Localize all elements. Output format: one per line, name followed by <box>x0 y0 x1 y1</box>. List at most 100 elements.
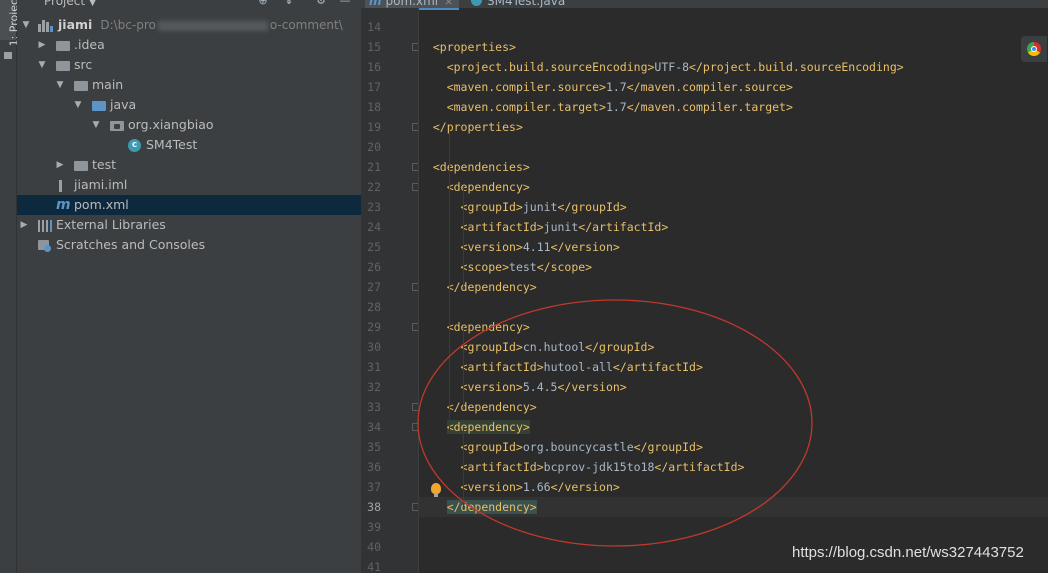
tree-item-external-libraries[interactable]: ▶ External Libraries <box>17 215 361 235</box>
code-line[interactable]: <artifactId>hutool-all</artifactId> <box>419 357 1048 377</box>
scratches-icon <box>38 240 51 252</box>
line-number[interactable]: 31 <box>361 357 381 377</box>
tree-item-java[interactable]: ▼ java <box>17 95 361 115</box>
line-number[interactable]: 19 <box>361 117 381 137</box>
code-line[interactable]: <properties> <box>419 37 1048 57</box>
code-line[interactable]: <artifactId>junit</artifactId> <box>419 217 1048 237</box>
line-number[interactable]: 28 <box>361 297 381 317</box>
tab-sm4test-java[interactable]: SM4Test.java <box>471 0 565 8</box>
code-line[interactable]: <scope>test</scope> <box>419 257 1048 277</box>
line-number[interactable]: 24 <box>361 217 381 237</box>
tree-item-pom-xml[interactable]: m pom.xml <box>17 195 361 215</box>
line-number[interactable]: 40 <box>361 537 381 557</box>
indent-guide <box>463 326 464 410</box>
chevron-down-icon[interactable]: ▼ <box>21 15 31 35</box>
line-number[interactable]: 18 <box>361 97 381 117</box>
code-line[interactable]: <maven.compiler.source>1.7</maven.compil… <box>419 77 1048 97</box>
line-number-gutter[interactable]: 14 15 16 17 18 19 20 21 22 23 24 25 26 27 28 29 30 31 32 33… <box>361 8 419 573</box>
line-number[interactable]: 34 <box>361 417 381 437</box>
code-line[interactable] <box>419 517 1048 537</box>
code-line[interactable]: </properties> <box>419 117 1048 137</box>
code-line[interactable]: <version>4.11</version> <box>419 237 1048 257</box>
chevron-right-icon[interactable]: ▶ <box>55 155 65 175</box>
java-class-icon <box>471 0 482 6</box>
code-line[interactable] <box>419 297 1048 317</box>
maven-icon: m <box>369 0 382 8</box>
line-number[interactable]: 38 <box>361 497 381 517</box>
line-number[interactable]: 16 <box>361 57 381 77</box>
code-line[interactable]: </dependency> <box>419 277 1048 297</box>
indent-guide <box>463 186 464 290</box>
code-line[interactable]: <groupId>org.bouncycastle</groupId> <box>419 437 1048 457</box>
line-number[interactable]: 17 <box>361 77 381 97</box>
code-line[interactable]: </dependency> <box>419 397 1048 417</box>
open-in-browser-button[interactable] <box>1021 36 1047 62</box>
chevron-down-icon[interactable]: ▼ <box>37 55 47 75</box>
tree-item-idea[interactable]: ▶ .idea <box>17 35 361 55</box>
code-line[interactable]: <groupId>cn.hutool</groupId> <box>419 337 1048 357</box>
chevron-right-icon[interactable]: ▶ <box>37 35 47 55</box>
tree-item-test[interactable]: ▶ test <box>17 155 361 175</box>
line-number[interactable]: 32 <box>361 377 381 397</box>
chevron-down-icon[interactable]: ▼ <box>73 95 83 115</box>
minimize-icon[interactable]: — <box>339 0 351 7</box>
code-line[interactable]: <maven.compiler.target>1.7</maven.compil… <box>419 97 1048 117</box>
code-line[interactable] <box>419 17 1048 37</box>
tree-item-package[interactable]: ▼ org.xiangbiao <box>17 115 361 135</box>
line-number[interactable]: 26 <box>361 257 381 277</box>
gear-icon[interactable]: ⚙ <box>315 0 327 7</box>
code-line[interactable]: <dependency> <box>419 417 1048 437</box>
package-icon <box>110 121 124 131</box>
tree-item-jiami[interactable]: ▼ jiami D:\bc-pro o-comment\ <box>17 15 361 35</box>
tree-item-jiami-iml[interactable]: jiami.iml <box>17 175 361 195</box>
tab-label: pom.xml <box>385 0 439 8</box>
tool-window-stripe: 1: Project <box>0 0 20 573</box>
line-number[interactable]: 29 <box>361 317 381 337</box>
line-number[interactable]: 36 <box>361 457 381 477</box>
line-number[interactable]: 25 <box>361 237 381 257</box>
line-number[interactable]: 22 <box>361 177 381 197</box>
line-number[interactable]: 14 <box>361 17 381 37</box>
line-number[interactable]: 37 <box>361 477 381 497</box>
indent-guide <box>449 126 450 430</box>
line-number[interactable]: 20 <box>361 137 381 157</box>
line-number[interactable]: 23 <box>361 197 381 217</box>
code-line[interactable]: <version>5.4.5</version> <box>419 377 1048 397</box>
tree-item-label: .idea <box>74 37 105 52</box>
code-line[interactable]: </dependency> <box>419 497 1048 517</box>
line-number[interactable]: 35 <box>361 437 381 457</box>
tree-item-src[interactable]: ▼ src <box>17 55 361 75</box>
line-number[interactable]: 21 <box>361 157 381 177</box>
line-number[interactable]: 41 <box>361 557 381 573</box>
line-number[interactable]: 27 <box>361 277 381 297</box>
tree-item-main[interactable]: ▼ main <box>17 75 361 95</box>
collapse-all-icon[interactable]: ⇟ <box>283 0 295 7</box>
project-view-selector[interactable]: Project ▼ <box>44 0 96 8</box>
chrome-icon <box>1027 42 1041 56</box>
tree-item-sm4test[interactable]: c SM4Test <box>17 135 361 155</box>
close-icon[interactable]: × <box>444 0 453 8</box>
line-number[interactable]: 39 <box>361 517 381 537</box>
folder-icon <box>74 81 88 91</box>
code-line[interactable]: <dependency> <box>419 177 1048 197</box>
line-number[interactable]: 33 <box>361 397 381 417</box>
tree-item-scratches[interactable]: Scratches and Consoles <box>17 235 361 255</box>
code-area[interactable]: <properties> <project.build.sourceEncodi… <box>419 8 1048 573</box>
chevron-down-icon[interactable]: ▼ <box>91 115 101 135</box>
code-line[interactable]: <groupId>junit</groupId> <box>419 197 1048 217</box>
line-number[interactable]: 30 <box>361 337 381 357</box>
code-line[interactable]: <project.build.sourceEncoding>UTF-8</pro… <box>419 57 1048 77</box>
code-line[interactable]: <version>1.66</version> <box>419 477 1048 497</box>
chevron-right-icon[interactable]: ▶ <box>19 215 29 235</box>
project-tool-button[interactable]: 1: Project <box>0 0 20 46</box>
code-line[interactable]: <artifactId>bcprov-jdk15to18</artifactId… <box>419 457 1048 477</box>
code-line[interactable]: <dependency> <box>419 317 1048 337</box>
code-line[interactable]: <dependencies> <box>419 157 1048 177</box>
tree-item-label: jiami <box>58 17 93 32</box>
chevron-down-icon[interactable]: ▼ <box>55 75 65 95</box>
structure-icon[interactable] <box>4 52 12 59</box>
line-number[interactable]: 15 <box>361 37 381 57</box>
globe-icon[interactable]: ⊕ <box>257 0 269 7</box>
code-line[interactable] <box>419 137 1048 157</box>
tree-item-label: pom.xml <box>74 197 129 212</box>
